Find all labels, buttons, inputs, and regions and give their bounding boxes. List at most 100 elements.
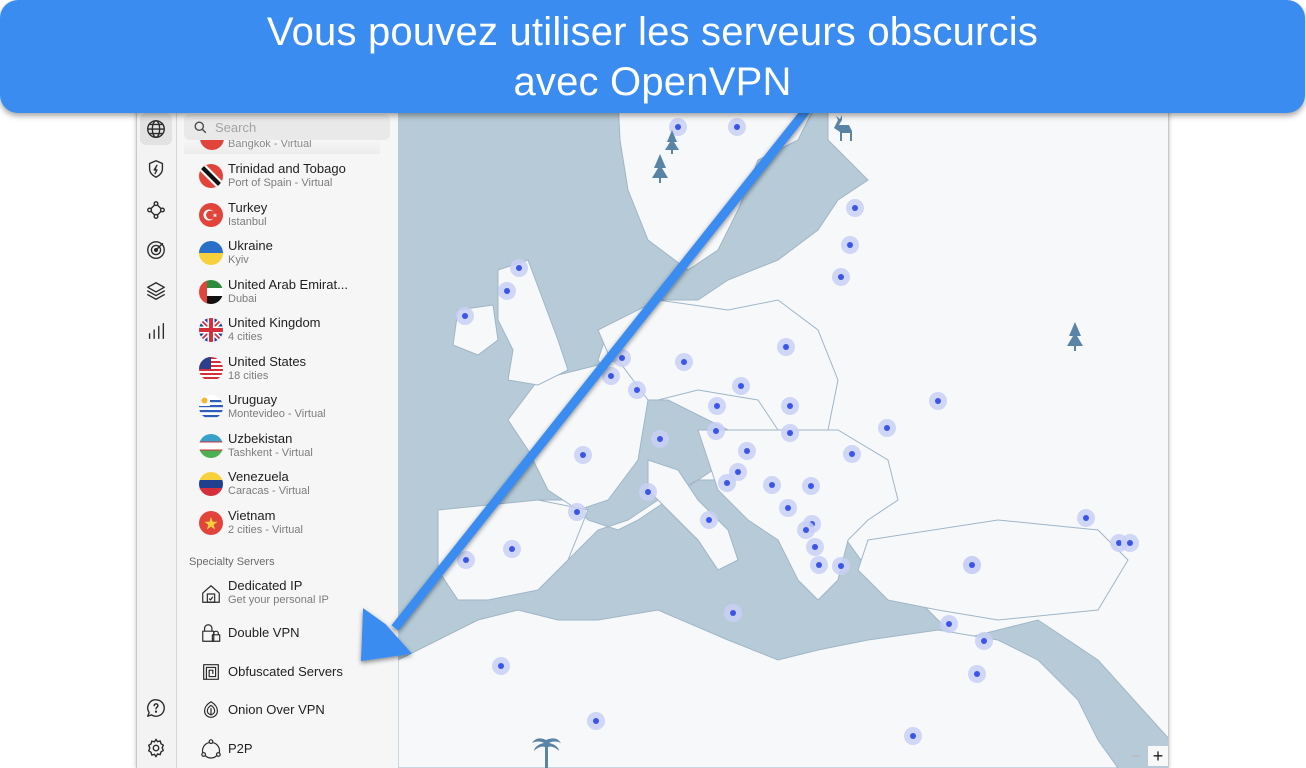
country-row[interactable]: United States 18 cities: [178, 351, 398, 389]
server-location-pin[interactable]: [803, 527, 809, 533]
zoom-in-button[interactable]: +: [1148, 746, 1168, 766]
server-location-pin[interactable]: [787, 430, 793, 436]
country-name: United States: [228, 353, 307, 369]
server-location-pin[interactable]: [838, 274, 844, 280]
server-location-pin[interactable]: [608, 373, 614, 379]
search-box[interactable]: [184, 114, 390, 140]
rail-globe-button[interactable]: [140, 113, 172, 145]
server-location-pin[interactable]: [657, 436, 663, 442]
rail-threat-protection-button[interactable]: [140, 153, 172, 185]
server-location-pin[interactable]: [504, 288, 510, 294]
land-scandinavia: [617, 100, 819, 271]
server-location-pin[interactable]: [738, 383, 744, 389]
server-location-pin[interactable]: [852, 205, 858, 211]
country-sub: 2 cities - Virtual: [228, 523, 303, 536]
specialty-p2p[interactable]: P2P: [178, 730, 398, 768]
obfuscated-icon: [200, 661, 222, 683]
europe-map[interactable]: [398, 100, 1169, 768]
rail-dark-web-monitor-button[interactable]: [140, 234, 172, 266]
server-location-pin[interactable]: [675, 124, 681, 130]
server-location-pin[interactable]: [812, 544, 818, 550]
icon-rail: [137, 100, 177, 768]
country-name: Turkey: [228, 199, 268, 215]
server-location-pin[interactable]: [769, 482, 775, 488]
server-location-pin[interactable]: [1127, 540, 1133, 546]
target-icon: [147, 241, 165, 259]
specialty-onion-over-vpn[interactable]: Onion Over VPN: [178, 691, 398, 729]
flag-icon: [199, 241, 223, 265]
server-location-pin[interactable]: [981, 638, 987, 644]
server-location-pin[interactable]: [498, 663, 504, 669]
server-location-pin[interactable]: [969, 562, 975, 568]
rail-statistics-button[interactable]: [140, 315, 172, 347]
server-location-pin[interactable]: [785, 505, 791, 511]
country-row[interactable]: Vietnam 2 cities - Virtual: [178, 505, 398, 543]
land-north-africa: [398, 609, 1119, 768]
flag-icon: [199, 510, 223, 535]
server-location-pin[interactable]: [935, 398, 941, 404]
server-location-pin[interactable]: [580, 452, 586, 458]
country-row[interactable]: Trinidad and Tobago Port of Spain - Virtu…: [178, 158, 398, 196]
country-sub: Kyiv: [228, 254, 249, 266]
server-location-pin[interactable]: [730, 610, 736, 616]
server-location-pin[interactable]: [910, 733, 916, 739]
country-row[interactable]: United Kingdom 4 cities: [178, 312, 398, 350]
server-location-pin[interactable]: [645, 489, 651, 495]
country-name: Uruguay: [228, 392, 278, 407]
server-location-pin[interactable]: [574, 509, 580, 515]
server-location-pin[interactable]: [849, 451, 855, 457]
flag-icon: [199, 472, 223, 496]
server-location-pin[interactable]: [744, 448, 750, 454]
server-location-pin[interactable]: [946, 621, 952, 627]
server-location-pin[interactable]: [619, 355, 625, 361]
meshnet-icon: [147, 201, 165, 219]
server-location-pin[interactable]: [734, 124, 740, 130]
layers-icon: [147, 282, 165, 300]
country-row[interactable]: Uruguay Montevideo - Virtual: [178, 389, 398, 427]
server-location-pin[interactable]: [838, 563, 844, 569]
country-sub: Montevideo - Virtual: [228, 408, 326, 420]
country-row[interactable]: Uzbekistan Tashkent - Virtual: [178, 428, 398, 466]
flag-icon: [199, 279, 223, 304]
server-location-pin[interactable]: [516, 265, 522, 271]
country-row[interactable]: Turkey Istanbul: [178, 197, 398, 235]
server-location-pin[interactable]: [634, 387, 640, 393]
server-location-pin[interactable]: [724, 480, 730, 486]
specialty-double-vpn[interactable]: Double VPN: [178, 614, 398, 652]
rail-settings-button[interactable]: [140, 732, 172, 764]
server-location-pin[interactable]: [706, 517, 712, 523]
country-sub: 4 cities: [228, 331, 263, 343]
specialty-obfuscated-servers[interactable]: Obfuscated Servers: [178, 653, 398, 691]
flag-icon: [199, 395, 223, 419]
server-location-pin[interactable]: [714, 403, 720, 409]
server-map[interactable]: − +: [398, 100, 1169, 768]
flag-icon: [199, 356, 223, 381]
server-location-pin[interactable]: [808, 483, 814, 489]
server-location-pin[interactable]: [783, 344, 789, 350]
server-location-pin[interactable]: [593, 718, 599, 724]
server-location-pin[interactable]: [974, 671, 980, 677]
server-location-pin[interactable]: [816, 562, 822, 568]
server-location-pin[interactable]: [681, 359, 687, 365]
specialty-dedicated-ip[interactable]: Dedicated IP Get your personal IP: [178, 575, 398, 613]
country-row[interactable]: Venezuela Caracas - Virtual: [178, 466, 398, 504]
country-row[interactable]: United Arab Emirat... Dubai: [178, 274, 398, 312]
help-icon: [147, 699, 165, 717]
server-location-pin[interactable]: [787, 403, 793, 409]
server-location-pin[interactable]: [462, 313, 468, 319]
double-lock-icon: [200, 622, 222, 644]
server-location-pin[interactable]: [847, 242, 853, 248]
rail-split-tunneling-button[interactable]: [140, 275, 172, 307]
search-input[interactable]: [215, 119, 385, 135]
country-row-thailand-partial[interactable]: Bangkok - Virtual: [184, 140, 380, 154]
server-location-pin[interactable]: [509, 546, 515, 552]
server-location-pin[interactable]: [884, 425, 890, 431]
server-location-pin[interactable]: [735, 469, 741, 475]
server-location-pin[interactable]: [713, 428, 719, 434]
server-location-pin[interactable]: [463, 557, 469, 563]
rail-meshnet-button[interactable]: [140, 194, 172, 226]
country-row[interactable]: Ukraine Kyiv: [178, 235, 398, 273]
server-location-pin[interactable]: [1083, 515, 1089, 521]
zoom-out-button[interactable]: −: [1126, 746, 1146, 766]
rail-help-button[interactable]: [140, 692, 172, 724]
